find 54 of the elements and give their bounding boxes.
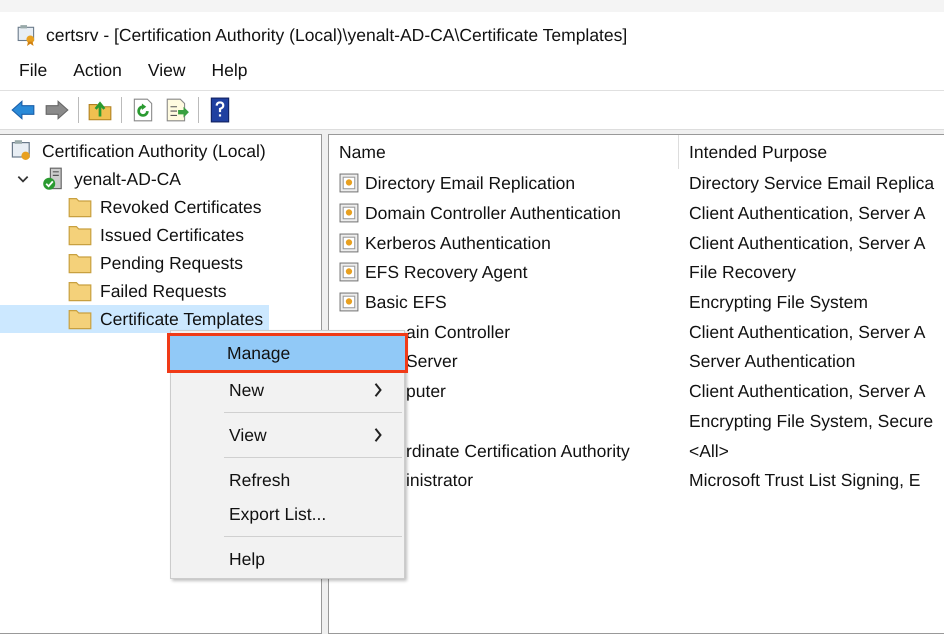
intended-purpose: Microsoft Trust List Signing, E xyxy=(688,470,920,492)
certificate-template-icon xyxy=(339,262,360,284)
column-header[interactable]: Intended Purpose xyxy=(679,142,828,162)
intended-purpose: Encrypting File System xyxy=(688,292,868,314)
tree-item[interactable]: Certification Authority (Local) xyxy=(0,137,272,165)
context-menu-item[interactable]: Help xyxy=(173,542,402,576)
certificate-template-icon xyxy=(339,232,360,254)
intended-purpose: Directory Service Email Replica xyxy=(688,173,934,194)
folder-icon xyxy=(68,307,92,331)
intended-purpose: <All> xyxy=(688,440,729,462)
menu-item[interactable]: Help xyxy=(202,60,256,80)
intended-purpose: Client Authentication, Server A xyxy=(688,203,926,224)
template-name: inistrator xyxy=(406,470,474,492)
certificate-template-icon xyxy=(339,173,360,194)
template-name: rdinate Certification Authority xyxy=(406,440,630,462)
certificate-template-icon xyxy=(339,203,360,224)
folder-icon xyxy=(68,251,92,275)
intended-purpose: Client Authentication, Server A xyxy=(688,322,926,343)
context-menu-item[interactable]: Export List... xyxy=(173,497,402,531)
template-name: Basic EFS xyxy=(365,292,447,314)
template-name: ain Controller xyxy=(406,322,510,343)
certificate-template-icon xyxy=(339,292,360,314)
tree-item[interactable]: yenalt-AD-CA xyxy=(0,165,187,193)
export-list-icon[interactable] xyxy=(164,97,190,123)
template-name: EFS Recovery Agent xyxy=(365,262,528,284)
tree-item[interactable]: Failed Requests xyxy=(0,277,232,305)
chevron-right-icon xyxy=(373,427,383,443)
menu-item[interactable]: Action xyxy=(64,60,131,80)
template-name: Kerberos Authentication xyxy=(365,232,551,254)
context-menu-item[interactable]: Refresh xyxy=(173,463,402,497)
context-menu-item[interactable]: Manage xyxy=(167,333,408,373)
template-name: puter xyxy=(406,381,446,402)
template-name: Domain Controller Authentication xyxy=(365,203,621,224)
intended-purpose: Server Authentication xyxy=(688,351,856,372)
tree-item[interactable]: Certificate Templates xyxy=(0,305,270,333)
menu-item[interactable]: File xyxy=(10,60,56,80)
tree-item[interactable]: Revoked Certificates xyxy=(0,193,268,221)
menu-item[interactable]: View xyxy=(138,60,194,80)
folder-icon xyxy=(68,279,92,303)
column-header[interactable]: Name xyxy=(329,135,679,169)
intended-purpose: Client Authentication, Server A xyxy=(688,381,926,402)
intended-purpose: Client Authentication, Server A xyxy=(688,232,926,254)
tree-item[interactable]: Pending Requests xyxy=(0,249,250,277)
intended-purpose: Encrypting File System, Secure xyxy=(688,410,934,432)
template-name: Server xyxy=(406,351,458,372)
folder-icon xyxy=(68,195,92,219)
template-name: Directory Email Replication xyxy=(365,173,576,194)
folder-icon xyxy=(68,223,92,247)
window-title: certsrv - [Certification Authority (Local)\yenalt-AD-CA\Certificate Templates] xyxy=(46,24,628,46)
context-menu-item[interactable]: View xyxy=(173,418,402,452)
chevron-right-icon xyxy=(373,382,383,398)
tree-item[interactable]: Issued Certificates xyxy=(0,221,250,249)
context-menu-item[interactable]: New xyxy=(173,373,402,407)
intended-purpose: File Recovery xyxy=(688,262,796,284)
